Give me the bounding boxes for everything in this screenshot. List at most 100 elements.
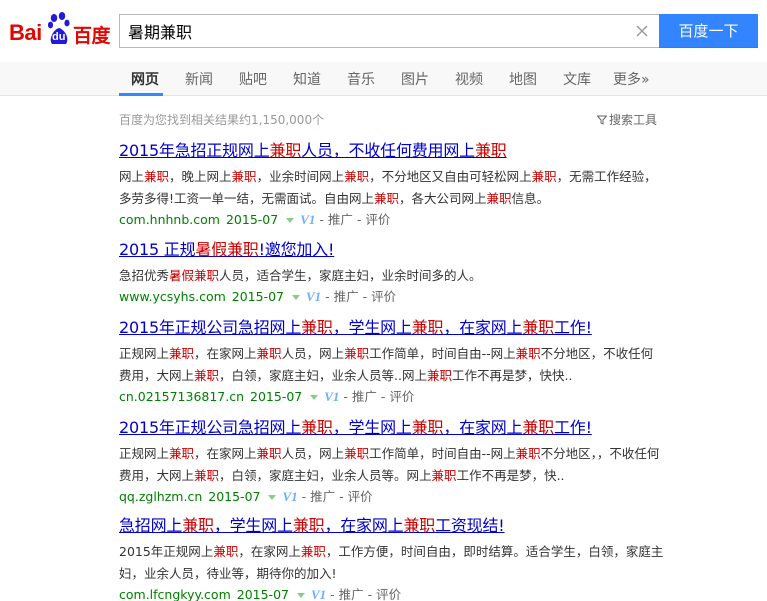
result-meta: - 推广 - 评价 bbox=[315, 212, 390, 227]
highlight-keyword: 暑假兼职 bbox=[195, 240, 259, 259]
highlight-keyword: 兼职 bbox=[344, 169, 370, 184]
highlight-keyword: 兼职 bbox=[292, 516, 325, 535]
ad-label[interactable]: 推广 bbox=[328, 212, 353, 227]
search-result: 2015年正规公司急招网上兼职，学生网上兼职，在家网上兼职工作! 正规网上 兼职 ，在… bbox=[119, 318, 664, 407]
highlight-keyword: 兼职 bbox=[515, 446, 541, 461]
result-title-link[interactable]: 2015年急招正规网上兼职人员，不收任何费用网上兼职 bbox=[119, 141, 664, 161]
ad-label[interactable]: 推广 bbox=[339, 587, 364, 601]
evaluate-link[interactable]: 评价 bbox=[348, 489, 373, 504]
text-segment: 2015年正规公司急招网上 bbox=[119, 418, 302, 437]
highlight-keyword: 兼职 bbox=[403, 516, 436, 535]
meta-separator: - bbox=[339, 389, 352, 404]
evaluate-link[interactable]: 评价 bbox=[371, 289, 396, 304]
text-segment: ，在家网上 bbox=[324, 516, 404, 535]
text-segment: ，在家网上 bbox=[194, 446, 257, 461]
result-abstract: 急招优秀暑假兼职人员，适合学生，家庭主妇，业余时间多的人。 bbox=[119, 265, 664, 287]
text-segment: 正规网上 bbox=[119, 446, 170, 461]
logo-text-bai: Bai bbox=[9, 20, 42, 45]
dropdown-caret-icon[interactable] bbox=[292, 295, 301, 300]
search-tools-button[interactable]: 搜索工具 bbox=[596, 111, 657, 128]
text-segment: 工作简单，时间自由--网上 bbox=[369, 446, 516, 461]
tab-news[interactable]: 新闻 bbox=[185, 69, 213, 89]
search-input[interactable] bbox=[120, 15, 620, 47]
v1-badge-icon[interactable]: V1 bbox=[306, 289, 321, 304]
tab-wenku[interactable]: 文库 bbox=[563, 69, 591, 89]
highlight-keyword: 兼职 bbox=[169, 446, 195, 461]
highlight-keyword: 兼职 bbox=[256, 446, 282, 461]
dropdown-caret-icon[interactable] bbox=[286, 218, 295, 223]
ad-label[interactable]: 推广 bbox=[352, 389, 377, 404]
logo-text-cn: 百度 bbox=[73, 25, 111, 47]
highlight-keyword: 兼职 bbox=[522, 418, 554, 437]
dropdown-caret-icon[interactable] bbox=[296, 593, 305, 598]
highlight-keyword: 兼职 bbox=[344, 446, 370, 461]
text-segment: 急招优秀 bbox=[119, 268, 170, 283]
evaluate-link[interactable]: 评价 bbox=[365, 212, 390, 227]
search-result: 2015 正规暑假兼职!邀您加入! 急招优秀暑假兼职人员，适合学生，家庭主妇，业余… bbox=[119, 240, 664, 307]
tab-images[interactable]: 图片 bbox=[401, 69, 429, 89]
text-segment: ，学生网上 bbox=[213, 516, 293, 535]
text-segment: 工资现结! bbox=[435, 516, 505, 535]
tab-music[interactable]: 音乐 bbox=[347, 69, 375, 89]
text-segment: 2015年急招正规网上 bbox=[119, 141, 270, 160]
header: Bai du 百度 百度一下 bbox=[0, 0, 767, 62]
highlight-keyword: 兼职 bbox=[194, 468, 220, 483]
v1-badge-icon[interactable]: V1 bbox=[282, 489, 297, 504]
v1-badge-icon[interactable]: V1 bbox=[300, 212, 315, 227]
evaluate-link[interactable]: 评价 bbox=[389, 389, 414, 404]
dropdown-caret-icon[interactable] bbox=[310, 395, 319, 400]
result-url-line: com.hnhnb.com 2015-07 V1 - 推广 - 评价 bbox=[119, 210, 664, 230]
result-url-line: qq.zglhzm.cn 2015-07 V1 - 推广 - 评价 bbox=[119, 487, 664, 507]
tab-more[interactable]: 更多» bbox=[613, 69, 650, 89]
tab-map[interactable]: 地图 bbox=[509, 69, 537, 89]
text-segment: 网上 bbox=[119, 169, 145, 184]
text-segment: ，在家网上 bbox=[443, 318, 523, 337]
baidu-logo[interactable]: Bai du 百度 bbox=[9, 11, 111, 51]
meta-separator: - bbox=[358, 289, 372, 304]
text-segment: 工作不再是梦，快快.. bbox=[452, 368, 573, 383]
result-url[interactable]: cn.02157136817.cn bbox=[119, 389, 244, 404]
result-title-link[interactable]: 2015年正规公司急招网上兼职，学生网上兼职，在家网上兼职工作! bbox=[119, 418, 664, 438]
text-segment: !邀您加入! bbox=[258, 240, 335, 259]
clear-icon[interactable] bbox=[634, 23, 650, 39]
result-title-link[interactable]: 急招网上兼职，学生网上兼职，在家网上兼职工资现结! bbox=[119, 516, 664, 536]
highlight-keyword: 兼职 bbox=[344, 346, 370, 361]
highlight-keyword: 兼职 bbox=[182, 516, 214, 535]
result-url[interactable]: com.lfcngkyy.com bbox=[119, 587, 231, 601]
result-title-link[interactable]: 2015 正规暑假兼职!邀您加入! bbox=[119, 240, 664, 260]
highlight-keyword: 暑假兼职 bbox=[169, 268, 220, 283]
result-url[interactable]: www.ycsyhs.com bbox=[119, 289, 226, 304]
meta-separator: - bbox=[326, 587, 339, 601]
highlight-keyword: 兼职 bbox=[411, 418, 444, 437]
evaluate-link[interactable]: 评价 bbox=[376, 587, 401, 601]
tab-video[interactable]: 视频 bbox=[455, 69, 483, 89]
text-segment: ，学生网上 bbox=[332, 318, 412, 337]
result-meta: - 推广 - 评价 bbox=[321, 289, 396, 304]
ad-label[interactable]: 推广 bbox=[310, 489, 335, 504]
meta-separator: - bbox=[335, 489, 348, 504]
meta-separator: - bbox=[376, 389, 390, 404]
dropdown-caret-icon[interactable] bbox=[268, 495, 277, 500]
text-segment: 信息。 bbox=[511, 191, 550, 206]
text-segment: 正规网上 bbox=[119, 346, 170, 361]
result-abstract: 网上兼职，晚上网上兼职，业余时间网上兼职，不分地区又自由可轻松网上兼职，无需工作… bbox=[119, 166, 664, 210]
text-segment: 急招网上 bbox=[119, 516, 183, 535]
text-segment: ，在家网上 bbox=[194, 346, 257, 361]
search-result: 2015年急招正规网上兼职人员，不收任何费用网上兼职 网上兼职，晚上网上兼职，业余… bbox=[119, 141, 664, 230]
tab-web[interactable]: 网页 bbox=[131, 69, 159, 89]
tab-zhidao[interactable]: 知道 bbox=[293, 69, 321, 89]
search-button[interactable]: 百度一下 bbox=[659, 14, 758, 48]
text-segment: 工作! bbox=[553, 418, 592, 437]
result-meta: - 推广 - 评价 bbox=[326, 587, 401, 601]
v1-badge-icon[interactable]: V1 bbox=[324, 389, 339, 404]
result-title-link[interactable]: 2015年正规公司急招网上兼职，学生网上兼职，在家网上兼职工作! bbox=[119, 318, 664, 338]
result-abstract: 2015年正规网上兼职，在家网上兼职，工作方便，时间自由，即时结算。适合学生，白… bbox=[119, 541, 664, 585]
result-url[interactable]: com.hnhnb.com bbox=[119, 212, 220, 227]
text-segment: ，晚上网上 bbox=[169, 169, 232, 184]
highlight-keyword: 兼职 bbox=[213, 544, 239, 559]
result-url[interactable]: qq.zglhzm.cn bbox=[119, 489, 202, 504]
tab-tieba[interactable]: 贴吧 bbox=[239, 69, 267, 89]
highlight-keyword: 兼职 bbox=[515, 346, 541, 361]
ad-label[interactable]: 推广 bbox=[334, 289, 359, 304]
v1-badge-icon[interactable]: V1 bbox=[311, 587, 326, 601]
